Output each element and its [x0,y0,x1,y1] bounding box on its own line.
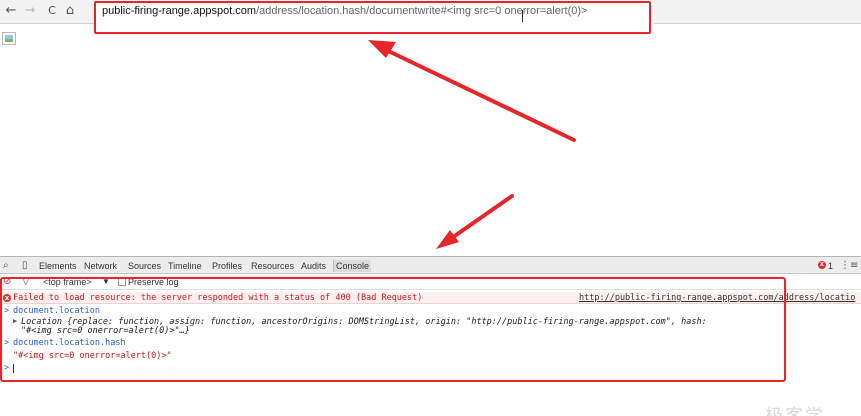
home-icon[interactable]: ⌂ [62,3,78,19]
tab-elements[interactable]: Elements [39,261,77,271]
watermark: 极客学 [765,402,825,416]
back-icon[interactable]: ← [3,3,19,19]
device-mode-icon[interactable]: ▯ [22,260,28,272]
annotation-box-console [0,277,786,382]
arrow-to-console [444,194,514,244]
arrow-to-url [380,46,576,142]
inspect-icon[interactable]: ⌕ [3,260,9,272]
tab-profiles[interactable]: Profiles [212,261,242,271]
tab-timeline[interactable]: Timeline [168,261,202,271]
dock-menu-icon[interactable]: ⋮≡ [840,260,858,272]
tab-audits[interactable]: Audits [301,261,326,271]
annotation-box-url [94,1,651,34]
arrow-head-console [436,230,459,249]
tab-resources[interactable]: Resources [251,261,294,271]
tab-sources[interactable]: Sources [128,261,161,271]
devtools-tab-bar: ⌕ ▯ Elements Network Sources Timeline Pr… [0,256,861,274]
forward-icon[interactable]: → [22,3,38,19]
broken-image-icon [2,32,16,45]
error-count[interactable]: 1 [828,261,833,271]
tab-console[interactable]: Console [333,260,372,272]
reload-icon[interactable]: C [44,3,60,19]
annotation-arrows [368,40,576,249]
error-badge-icon[interactable]: x [818,261,826,269]
tab-network[interactable]: Network [84,261,117,271]
arrow-head-url [368,40,396,58]
